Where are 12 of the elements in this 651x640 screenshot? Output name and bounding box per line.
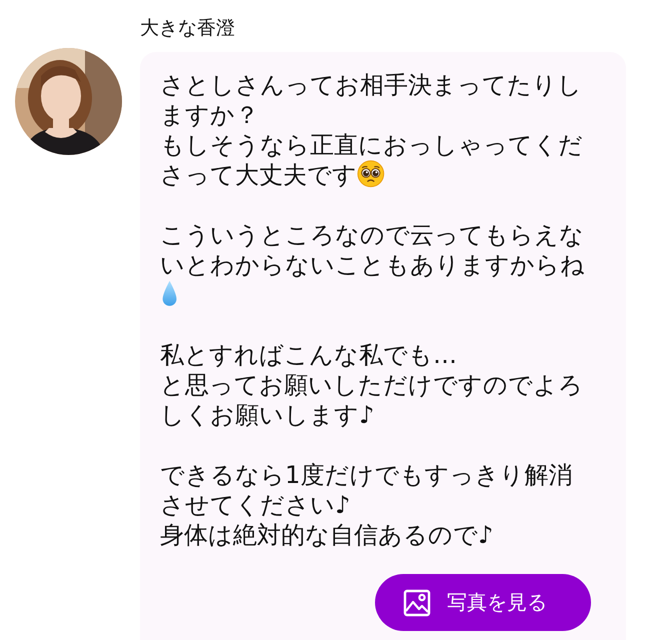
view-photo-button[interactable]: 写真を見る (375, 574, 591, 631)
message-text: もしそうなら正直におっしゃってくださって大丈夫です (160, 130, 584, 190)
message-text: 私とすればこんな私でも… (160, 340, 458, 370)
image-icon (403, 588, 431, 616)
message-text: と思ってお願いしただけですのでよろしくお願いします♪ (160, 370, 584, 430)
message-text: できるなら1度だけでもすっきり解消させてください♪ (160, 460, 574, 520)
message-text: こういうところなので云ってもらえないとわからないこともありますからね (160, 220, 592, 310)
message-text: 身体は絶対的な自信あるので♪ (160, 520, 494, 550)
sender-name: 大きな香澄 (140, 16, 236, 40)
message-text: さとしさんってお相手決まってたりしますか？ (160, 70, 583, 130)
pleading-face-icon (357, 160, 385, 188)
droplet-icon (160, 280, 180, 308)
